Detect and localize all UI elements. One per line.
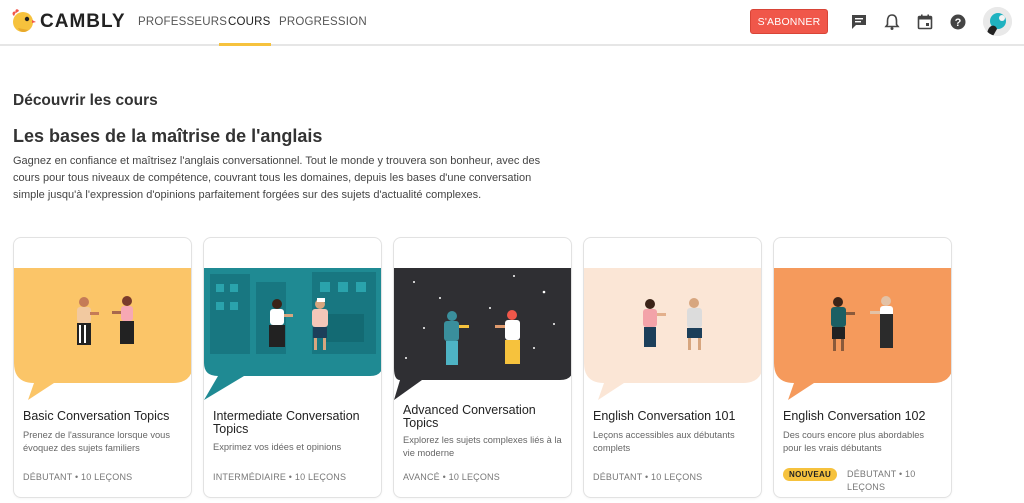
top-navbar: CAMBLY PROFESSEURS COURS PROGRESSION S'A… (0, 0, 1024, 46)
course-card-basic[interactable]: Basic Conversation Topics Prenez de l'as… (13, 237, 192, 498)
section-description: Gagnez en confiance et maîtrisez l'angla… (13, 155, 541, 201)
nav-cours[interactable]: COURS (228, 16, 271, 28)
course-card-intermediate[interactable]: Intermediate Conversation Topics Exprime… (203, 237, 382, 498)
course-illustration (584, 268, 761, 400)
course-description: Des cours encore plus abordables pour le… (783, 430, 925, 453)
course-card-advanced[interactable]: Advanced Conversation Topics Explorez le… (393, 237, 572, 498)
course-title: Intermediate Conversation Topics (213, 409, 360, 436)
course-meta: DÉBUTANT • 10 LEÇONS (593, 472, 703, 482)
help-icon[interactable]: ? (949, 13, 967, 31)
page-title: Découvrir les cours (13, 92, 158, 109)
course-illustration (14, 268, 191, 400)
course-description: Leçons accessibles aux débutants complet… (593, 430, 735, 453)
course-description: Exprimez vos idées et opinions (213, 442, 342, 452)
active-tab-indicator (219, 43, 271, 46)
course-title: Basic Conversation Topics (23, 409, 170, 423)
user-avatar[interactable] (983, 7, 1012, 36)
course-illustration (394, 268, 571, 400)
calendar-icon[interactable] (916, 13, 934, 31)
course-meta: AVANCÉ • 10 LEÇONS (403, 472, 500, 482)
cambly-logo[interactable]: CAMBLY (10, 7, 126, 37)
section-title: Les bases de la maîtrise de l'anglais (13, 126, 323, 146)
bell-icon[interactable] (883, 13, 901, 31)
course-description: Prenez de l'assurance lorsque vous évoqu… (23, 430, 170, 453)
course-description: Explorez les sujets complexes liés à la … (403, 435, 562, 458)
course-illustration (204, 268, 381, 400)
bird-logo-icon (12, 9, 36, 33)
course-meta: DÉBUTANT • 10 LEÇONS (23, 472, 133, 482)
brand-name: CAMBLY (40, 11, 126, 32)
course-title: English Conversation 102 (783, 409, 926, 423)
course-meta: INTERMÉDIAIRE • 10 LEÇONS (213, 472, 347, 482)
course-illustration (774, 268, 951, 400)
course-meta: DÉBUTANT • 10 LEÇONS (847, 469, 916, 492)
chat-icon[interactable] (850, 13, 868, 31)
avatar-image (983, 7, 1012, 36)
nav-professeurs[interactable]: PROFESSEURS (138, 16, 227, 28)
course-card-english-102[interactable]: English Conversation 102 Des cours encor… (773, 237, 952, 498)
course-title: English Conversation 101 (593, 409, 736, 423)
subscribe-button[interactable]: S'ABONNER (750, 9, 828, 34)
nav-progression[interactable]: PROGRESSION (279, 16, 367, 28)
svg-text:?: ? (955, 17, 962, 29)
course-card-english-101[interactable]: English Conversation 101 Leçons accessib… (583, 237, 762, 498)
new-badge: NOUVEAU (783, 468, 838, 481)
course-title: Advanced Conversation Topics (403, 403, 536, 430)
